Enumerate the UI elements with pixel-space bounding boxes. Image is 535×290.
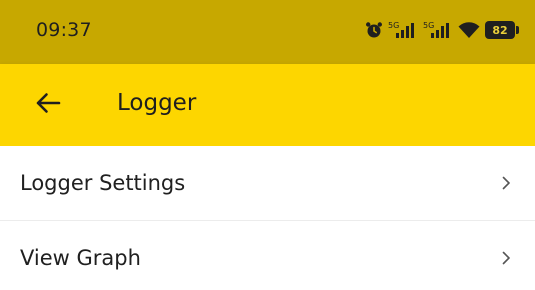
arrow-left-icon: [35, 92, 61, 118]
chevron-right-icon: [499, 251, 513, 265]
chevron-right-icon: [499, 176, 513, 190]
signal-5g-icon: 5G: [388, 20, 418, 40]
signal-label: 5G: [388, 21, 399, 30]
menu-item-label: View Graph: [20, 246, 141, 270]
menu-item-view-graph[interactable]: View Graph: [0, 220, 535, 290]
status-bar: 09:37 5G 5G 82: [0, 0, 535, 64]
battery-tip: [516, 26, 519, 34]
menu-list: Logger Settings View Graph: [0, 146, 535, 290]
wifi-icon: [458, 21, 480, 39]
alarm-icon: [365, 21, 383, 39]
signal-label: 5G: [423, 21, 434, 30]
signal-5g-icon: 5G: [423, 20, 453, 40]
battery-icon: 82: [485, 20, 519, 40]
page-title: Logger: [117, 90, 197, 116]
logger-screen: 09:37 5G 5G 82 Logger Logger Settings Vi…: [0, 0, 535, 290]
back-button[interactable]: [28, 85, 68, 125]
battery-level: 82: [485, 21, 515, 39]
menu-item-label: Logger Settings: [20, 171, 186, 195]
status-time: 09:37: [36, 19, 92, 41]
app-bar: Logger: [0, 64, 535, 146]
status-icons: 5G 5G 82: [365, 19, 519, 41]
menu-item-logger-settings[interactable]: Logger Settings: [0, 146, 535, 220]
